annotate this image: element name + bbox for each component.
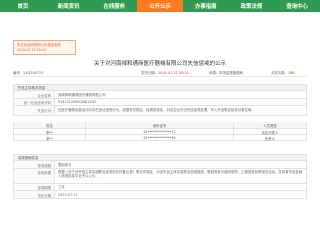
source-field: 来源：市场监督管理局 — [209, 70, 243, 75]
notice-badge: 本文包含网签前公示信息相关 2019-07-17 09:10 — [13, 40, 76, 55]
number-field: 编号：24QZ48723 — [13, 70, 43, 75]
views-field: 浏览次数：188 — [271, 70, 294, 75]
decision-section-title: 惩戒措施信息 — [13, 154, 307, 161]
row-label: 失信行为 — [14, 106, 55, 115]
header-name: 姓名 — [14, 122, 86, 128]
cell-id: 41**************34 — [86, 135, 234, 140]
decision-row: 惩戒期限 三年 — [13, 183, 307, 191]
header-type: 人员类型 — [263, 124, 277, 129]
cell-name: 李** — [14, 129, 86, 135]
subject-row: 失信行为 在医疗器械经营活动中存在违法违规行为，依据有关规定，经调查核实，对该企… — [13, 106, 307, 116]
row-label: 惩戒依据 — [14, 168, 55, 183]
nav-item-guide[interactable]: 办事指南 — [183, 0, 229, 12]
date-value: 2019-07-17 09:10 — [157, 71, 189, 75]
decision-section: 惩戒措施信息 惩戒措施 限制参与 惩戒依据 根据《关于对失信主体实施联合惩戒的合… — [13, 154, 307, 199]
row-value: 91410100MA46B1XD5 — [58, 100, 97, 104]
page-title: 关于对河南禄和通商医疗器械有限公司失信惩戒的公示 — [93, 61, 226, 67]
number-value: 24QZ48723 — [23, 71, 44, 75]
source-label: 来源： — [209, 71, 220, 75]
views-value: 188 — [287, 71, 295, 75]
nav-item-policy[interactable]: 政策法规 — [229, 0, 275, 12]
header-id: 身份证号 — [86, 122, 234, 128]
row-value: 三年 — [58, 185, 65, 189]
nav-item-online-service[interactable]: 在线服务 — [91, 0, 137, 12]
date-field: 发布日期：2019-07-17 09:10 — [141, 70, 189, 75]
badge-date: 2019-07-17 09:10 — [17, 48, 46, 52]
subject-section-title: 失信主体基本信息 — [13, 84, 307, 91]
decision-row: 惩戒依据 根据《关于对失信主体实施联合惩戒的合作备忘录》等文件规定，对该失信主体… — [13, 168, 307, 184]
nav-item-public-notice[interactable]: 公开公示 — [137, 0, 183, 12]
row-value: 河南禄和通商医疗器械有限公司 — [58, 92, 106, 97]
source-value: 市场监督管理局 — [219, 71, 243, 75]
row-label: 惩戒措施 — [14, 161, 55, 168]
subject-section: 失信主体基本信息 企业名称 河南禄和通商医疗器械有限公司 统一社会信用代码 91… — [13, 84, 307, 116]
row-label: 统一社会信用代码 — [14, 98, 55, 105]
table-row: 张** 41**************34 负责人 — [13, 135, 307, 141]
nav-item-home[interactable]: 首页 — [0, 0, 46, 12]
row-value: 在医疗器械经营活动中存在违法违规行为，依据有关规定，经调查核实，对该企业作出失信… — [58, 107, 255, 112]
nav-item-query[interactable]: 查询中心 — [274, 0, 320, 12]
cell-type: 法定代表人 — [261, 131, 279, 136]
table-header: 姓名 身份证号 人员类型 — [13, 122, 307, 129]
row-value: 限制参与 — [58, 162, 72, 167]
cell-type: 负责人 — [264, 137, 276, 142]
decision-row: 惩戒措施 限制参与 — [13, 161, 307, 169]
row-label: 惩戒期限 — [14, 183, 55, 190]
cell-id: 41**************12 — [86, 129, 234, 134]
number-label: 编号： — [13, 71, 24, 75]
row-label: 企业名称 — [14, 91, 55, 98]
cell-name: 张** — [14, 135, 86, 141]
row-value: 根据《关于对失信主体实施联合惩戒的合作备忘录》等文件规定，对该失信主体实施联合惩… — [58, 170, 303, 179]
date-label: 发布日期： — [141, 71, 158, 75]
views-label: 浏览次数： — [271, 71, 288, 75]
info-bar: 编号：24QZ48723 发布日期：2019-07-17 09:10 来源：市场… — [13, 69, 307, 77]
subject-row: 企业名称 河南禄和通商医疗器械有限公司 — [13, 91, 307, 99]
row-label: 决定日期 — [14, 191, 55, 198]
decision-row: 决定日期 2019-07-17 — [13, 191, 307, 199]
nav-item-news[interactable]: 新闻资讯 — [46, 0, 92, 12]
subject-row: 统一社会信用代码 91410100MA46B1XD5 — [13, 98, 307, 106]
persons-table: 姓名 身份证号 人员类型 李** 41**************12 法定代表… — [13, 122, 307, 141]
top-navigation: 首页 新闻资讯 在线服务 公开公示 办事指南 政策法规 查询中心 — [0, 0, 320, 12]
badge-text: 本文包含网签前公示信息相关 — [17, 43, 62, 47]
row-value: 2019-07-17 — [58, 192, 78, 197]
